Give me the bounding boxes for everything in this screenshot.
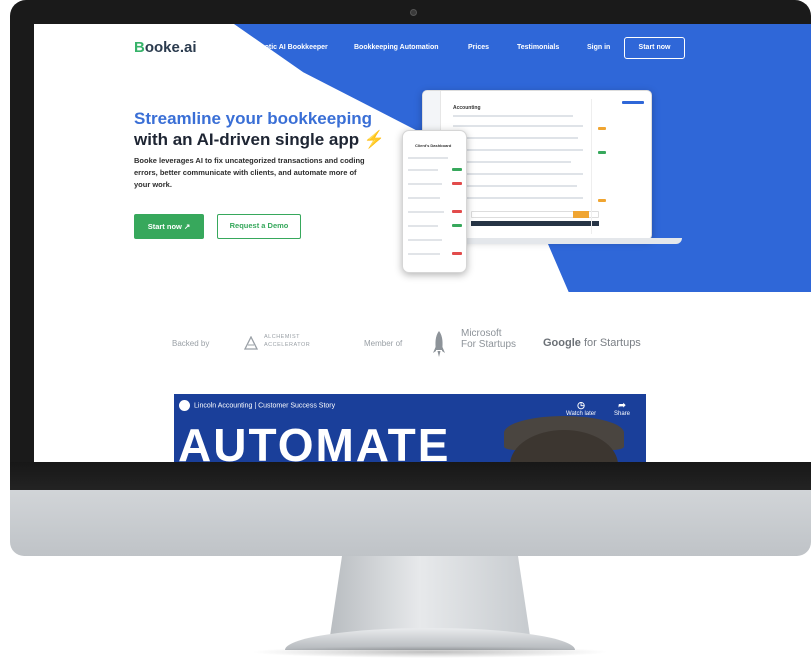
microsoft-for-startups-logo: Microsoft For Startups xyxy=(461,328,517,350)
rocket-icon xyxy=(433,331,445,357)
monitor-bezel-bottom xyxy=(10,462,811,490)
channel-logo-icon xyxy=(179,400,190,411)
nav-start-now-button[interactable]: Start now xyxy=(624,37,685,59)
mockup-row xyxy=(453,173,583,175)
phone-red-pill xyxy=(452,182,462,185)
google-for-startups-logo: Google for Startups xyxy=(543,337,641,349)
phone-row xyxy=(408,253,440,255)
hero-subtitle: Booke leverages AI to fix uncategorized … xyxy=(134,156,365,189)
video-player[interactable]: Lincoln Accounting | Customer Success St… xyxy=(174,394,646,462)
phone-red-pill xyxy=(452,210,462,213)
hero-start-now-button[interactable]: Start now ↗ xyxy=(134,214,204,239)
mockup-orange-pill xyxy=(598,127,606,130)
mockup-row xyxy=(453,185,577,187)
request-demo-button[interactable]: Request a Demo xyxy=(217,214,301,239)
hero-title-line2: with an AI-driven single app ⚡ xyxy=(134,130,386,149)
nav-link-robotic-ai-bookkeeper[interactable]: Robotic AI Bookkeeper xyxy=(251,44,328,51)
share-button[interactable]: ➦ Share xyxy=(614,400,630,417)
mockup-row xyxy=(453,161,571,163)
phone-green-pill xyxy=(452,168,462,171)
mockup-row xyxy=(453,125,583,127)
phone-row xyxy=(408,225,438,227)
stand-shadow xyxy=(250,646,610,658)
phone-row xyxy=(408,157,448,159)
mockup-row xyxy=(453,197,583,199)
member-of-label: Member of xyxy=(364,339,403,348)
bolt-icon: ⚡ xyxy=(363,130,386,149)
mockup-green-pill xyxy=(598,151,606,154)
backed-by-label: Backed by xyxy=(172,339,210,348)
phone-row xyxy=(408,239,442,241)
hero-title-line1: Streamline your bookkeeping xyxy=(134,109,373,128)
phone-row xyxy=(408,211,444,213)
mockup-row xyxy=(453,137,578,139)
mockup-row xyxy=(453,149,583,151)
camera-icon xyxy=(410,9,417,16)
phone-app-mockup: Client's Dashboard xyxy=(402,130,467,273)
nav-link-sign-in[interactable]: Sign in xyxy=(587,44,610,51)
watch-later-button[interactable]: ◷ Watch later xyxy=(566,400,596,417)
nav-link-testimonials[interactable]: Testimonials xyxy=(517,44,559,51)
logo[interactable]: Booke.ai xyxy=(134,39,197,56)
mockup-orange-button xyxy=(573,211,589,218)
phone-row xyxy=(408,169,438,171)
phone-row xyxy=(408,197,440,199)
mockup-title: Accounting xyxy=(453,105,481,111)
alchemist-logo-icon xyxy=(244,336,258,350)
phone-title: Client's Dashboard xyxy=(415,143,452,148)
phone-red-pill xyxy=(452,252,462,255)
browser-screen: Booke.ai Robotic AI Bookkeeper Bookkeepi… xyxy=(34,24,811,462)
mockup-orange-pill xyxy=(598,199,606,202)
nav-link-prices[interactable]: Prices xyxy=(468,44,489,51)
top-nav: Booke.ai Robotic AI Bookkeeper Bookkeepi… xyxy=(34,24,811,74)
alchemist-accelerator-logo: ALCHEMIST ACCELERATOR xyxy=(264,334,311,348)
video-thumbnail-text: AUTOMATE xyxy=(178,419,451,462)
nav-link-bookkeeping-automation[interactable]: Bookkeeping Automation xyxy=(354,44,439,51)
mockup-dark-bar xyxy=(471,221,599,226)
phone-row xyxy=(408,183,442,185)
mockup-blue-pill xyxy=(622,101,644,104)
phone-green-pill xyxy=(452,224,462,227)
mockup-right-panel xyxy=(591,99,647,234)
video-title: Lincoln Accounting | Customer Success St… xyxy=(179,400,335,411)
mockup-row xyxy=(453,115,573,117)
hero-title: Streamline your bookkeeping with an AI-d… xyxy=(134,108,385,150)
share-icon: ➦ xyxy=(618,400,626,410)
monitor-stand xyxy=(330,556,530,636)
clock-icon: ◷ xyxy=(577,400,585,410)
